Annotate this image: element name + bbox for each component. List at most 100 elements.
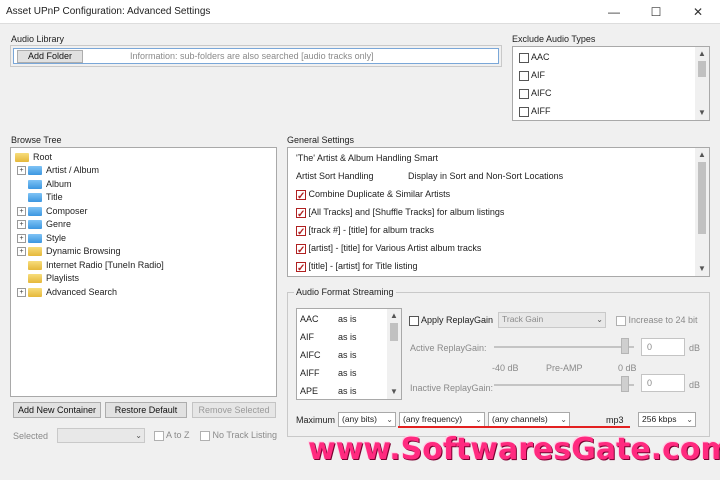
exclude-item-aif[interactable]: AIF [519, 67, 545, 84]
format-row[interactable]: AAC as is [300, 311, 357, 328]
title-listing-checkbox[interactable] [296, 260, 306, 277]
tree-node[interactable]: Internet Radio [TuneIn Radio] [17, 259, 164, 272]
exclude-aif-checkbox[interactable] [519, 70, 529, 81]
no-track-listing-option[interactable]: No Track Listing [200, 430, 277, 441]
tree-node[interactable]: + Composer [17, 205, 88, 218]
format-scrollbar[interactable]: ▲ ▼ [387, 309, 401, 399]
tree-node[interactable]: Album [17, 178, 72, 191]
active-replaygain-label: Active ReplayGain: [410, 343, 487, 353]
increase-24bit-option[interactable]: Increase to 24 bit [616, 315, 698, 326]
scroll-thumb[interactable] [698, 61, 706, 77]
chevron-down-icon: ⌄ [135, 431, 142, 440]
expand-icon[interactable]: + [17, 287, 26, 297]
tree-node[interactable]: + Genre [17, 218, 71, 231]
various-artist-checkbox[interactable] [296, 242, 306, 259]
exclude-audio-types-list[interactable]: AAC AIF AIFC AIFF ▲ ▼ [512, 46, 710, 121]
active-replaygain-slider[interactable] [494, 346, 634, 348]
folder-icon [28, 220, 42, 230]
format-label: mp3 [606, 415, 624, 425]
active-replaygain-value[interactable]: 0 [641, 338, 685, 356]
tree-node[interactable]: Title [17, 191, 63, 204]
general-setting-row[interactable]: Combine Duplicate & Similar Artists [296, 186, 450, 205]
minimize-button[interactable]: — [594, 0, 634, 24]
tree-node[interactable]: Playlists [17, 272, 79, 285]
browse-tree-label: Browse Tree [11, 135, 62, 145]
inactive-replaygain-slider-thumb[interactable] [621, 376, 629, 392]
format-row[interactable]: AIF as is [300, 329, 357, 346]
inactive-replaygain-slider[interactable] [494, 384, 634, 386]
exclude-aac-checkbox[interactable] [519, 52, 529, 63]
inactive-replaygain-value[interactable]: 0 [641, 374, 685, 392]
general-setting-row[interactable]: [track #] - [title] for album tracks [296, 222, 434, 241]
tree-node-root[interactable]: Root [15, 151, 52, 164]
scroll-down-icon[interactable]: ▼ [696, 263, 708, 275]
bitrate-dropdown[interactable]: 256 kbps ⌄ [638, 412, 696, 427]
general-settings-list[interactable]: 'The' Artist & Album Handling Smart Arti… [287, 147, 710, 277]
restore-default-button[interactable]: Restore Default [105, 402, 187, 418]
exclude-audio-types-label: Exclude Audio Types [512, 34, 596, 44]
format-row[interactable]: AIFC as is [300, 347, 357, 364]
exclude-aiff-checkbox[interactable] [519, 106, 529, 117]
gain-mode-dropdown[interactable]: Track Gain ⌄ [498, 312, 606, 328]
folder-icon [28, 193, 42, 203]
minus-40-db-label: -40 dB [492, 363, 519, 373]
exclude-aifc-checkbox[interactable] [519, 88, 529, 99]
a-to-z-option[interactable]: A to Z [154, 430, 190, 441]
format-row[interactable]: APE as is [300, 383, 357, 400]
maximize-button[interactable]: ☐ [636, 0, 676, 24]
expand-icon[interactable]: + [17, 220, 26, 230]
active-db-unit: dB [689, 343, 701, 353]
exclude-item-aifc[interactable]: AIFC [519, 85, 552, 102]
scroll-up-icon[interactable]: ▲ [696, 149, 708, 161]
combine-artists-checkbox[interactable] [296, 188, 306, 205]
apply-replaygain-checkbox[interactable] [409, 315, 419, 326]
exclude-item-aac[interactable]: AAC [519, 49, 550, 66]
scroll-down-icon[interactable]: ▼ [696, 107, 708, 119]
general-setting-row[interactable]: [title] - [artist] for Title listing [296, 258, 418, 277]
scroll-thumb[interactable] [698, 162, 706, 234]
bits-dropdown[interactable]: (any bits) ⌄ [338, 412, 396, 427]
tree-node[interactable]: + Style [17, 232, 66, 245]
tree-node[interactable]: + Artist / Album [17, 164, 99, 177]
remove-selected-button[interactable]: Remove Selected [192, 402, 276, 418]
scroll-down-icon[interactable]: ▼ [388, 386, 400, 398]
selected-dropdown[interactable]: ⌄ [57, 428, 145, 443]
add-folder-button[interactable]: Add Folder [17, 50, 83, 63]
format-row[interactable]: AIFF as is [300, 365, 357, 382]
increase-24bit-checkbox[interactable] [616, 315, 626, 326]
apply-replaygain-option[interactable]: Apply ReplayGain [409, 315, 493, 326]
exclude-scrollbar[interactable]: ▲ ▼ [695, 47, 709, 120]
scroll-up-icon[interactable]: ▲ [388, 310, 400, 322]
audio-format-streaming-label: Audio Format Streaming [294, 287, 396, 297]
no-track-listing-checkbox[interactable] [200, 430, 210, 441]
format-list[interactable]: AAC as is AIF as is AIFC as is AIFF as is AP… [296, 308, 402, 400]
audio-library-folder-list[interactable]: Add Folder Information: sub-folders are … [13, 48, 499, 64]
audio-library-box: Add Folder Information: sub-folders are … [10, 45, 502, 67]
general-setting-row[interactable]: [artist] - [title] for Various Artist al… [296, 240, 481, 259]
frequency-dropdown[interactable]: (any frequency) ⌄ [399, 412, 485, 427]
expand-icon[interactable]: + [17, 166, 26, 176]
chevron-down-icon: ⌄ [686, 415, 693, 424]
tree-node[interactable]: + Advanced Search [17, 286, 117, 299]
folder-icon [28, 206, 42, 216]
expand-icon[interactable]: + [17, 206, 26, 216]
scroll-up-icon[interactable]: ▲ [696, 48, 708, 60]
expand-icon[interactable]: + [17, 247, 26, 257]
general-settings-scrollbar[interactable]: ▲ ▼ [695, 148, 709, 276]
general-setting-row[interactable]: 'The' Artist & Album Handling Smart [296, 150, 438, 167]
channels-dropdown[interactable]: (any channels) ⌄ [488, 412, 570, 427]
a-to-z-checkbox[interactable] [154, 430, 164, 441]
add-new-container-button[interactable]: Add New Container [13, 402, 101, 418]
close-button[interactable]: ✕ [678, 0, 718, 24]
browse-tree[interactable]: Root + Artist / Album Album Title + Compos… [10, 147, 277, 397]
scroll-thumb[interactable] [390, 323, 398, 341]
general-setting-row[interactable]: [All Tracks] and [Shuffle Tracks] for al… [296, 204, 504, 223]
all-tracks-checkbox[interactable] [296, 206, 306, 223]
tree-node[interactable]: + Dynamic Browsing [17, 245, 121, 258]
exclude-item-aiff[interactable]: AIFF [519, 103, 551, 120]
general-setting-row[interactable]: Artist Sort Handling Display in Sort and … [296, 168, 563, 185]
track-number-checkbox[interactable] [296, 224, 306, 241]
expand-icon[interactable]: + [17, 233, 26, 243]
active-replaygain-slider-thumb[interactable] [621, 338, 629, 354]
folder-icon [28, 166, 42, 176]
